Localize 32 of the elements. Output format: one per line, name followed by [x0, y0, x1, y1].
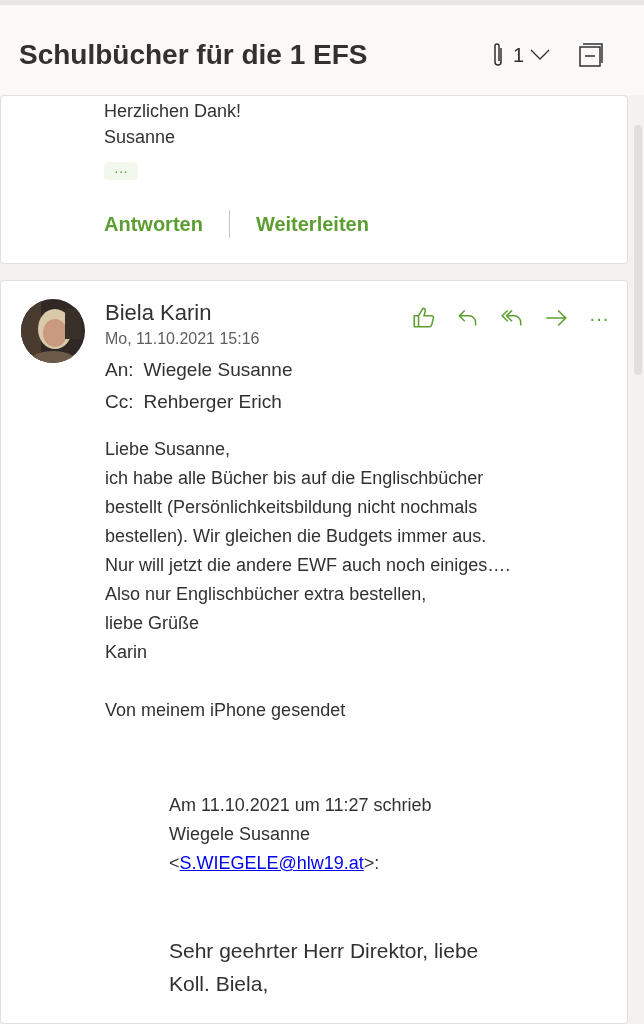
quote-header-text: Am 11.10.2021 um 11:27 schrieb	[169, 794, 432, 817]
bracket-text: <	[169, 852, 180, 875]
body-text: Susanne	[104, 126, 176, 149]
bracket-text: >:	[363, 852, 380, 875]
sender-name: Biela Karin	[105, 299, 212, 327]
more-button[interactable]: ···	[585, 306, 613, 330]
body-text: liebe Grüße	[105, 612, 200, 635]
cc-recipient-name: Rehberger Erich	[143, 390, 282, 414]
greeting-text: Koll. Biela,	[169, 971, 269, 997]
greeting-text: Sehr geehrter Herr Direktor, liebe	[169, 938, 479, 964]
body-text: Also nur Englischbücher extra bestellen,	[105, 583, 427, 606]
message-date: Mo, 11.10.2021 15:16	[105, 329, 260, 349]
chevron-down-icon	[530, 49, 550, 61]
body-text: Herzlichen Dank!	[104, 100, 242, 123]
cc-label: Cc:	[105, 390, 134, 414]
show-more-button[interactable]: ···	[104, 162, 138, 180]
body-text: ich habe alle Bücher bis auf die Englischbücher	[105, 467, 484, 490]
quote-header-text: Wiegele Susanne	[169, 823, 311, 846]
collapse-icon[interactable]	[578, 42, 604, 68]
body-text: bestellt (Persönlichkeitsbildung nicht nochmals	[105, 496, 478, 519]
body-text: Nur will jetzt die andere EWF auch noch einiges….	[105, 554, 511, 577]
reply-button[interactable]: Antworten	[104, 209, 203, 239]
body-text: Liebe Susanne,	[105, 438, 231, 461]
body-text: bestellen). Wir gleichen die Budgets immer aus.	[105, 525, 487, 548]
attachment-count-button[interactable]: 1	[512, 40, 550, 70]
forward-button[interactable]: Weiterleiten	[255, 209, 369, 239]
signature-text: Von meinem iPhone gesendet	[105, 699, 346, 722]
recipient-name: Wiegele Susanne	[143, 358, 293, 382]
email-link[interactable]: S.WIEGELE@hlw19.at	[179, 849, 364, 878]
to-label: An:	[105, 358, 134, 382]
conversation-title: Schulbücher für die 1 EFS	[19, 38, 368, 72]
body-text: Karin	[105, 641, 148, 664]
